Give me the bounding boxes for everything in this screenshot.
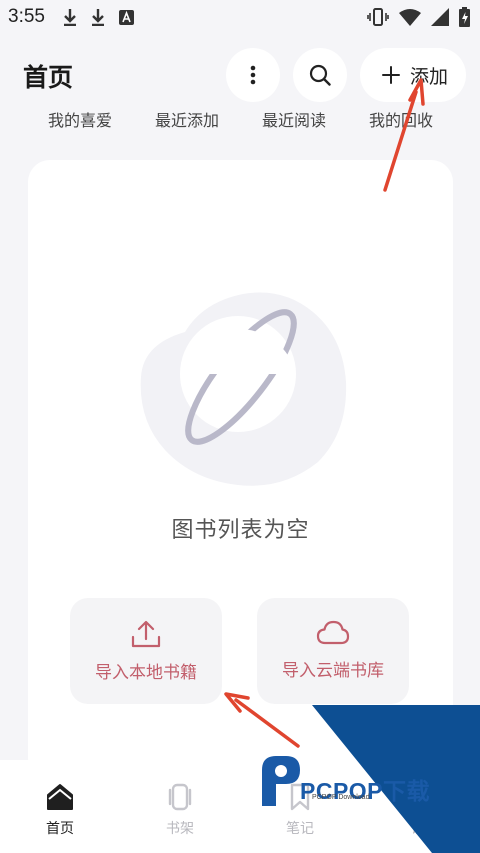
plus-icon [382,66,400,84]
wifi-icon [399,8,421,26]
tab-notes-label: 笔记 [286,821,314,837]
filter-tab-recycle-bin[interactable]: 我的回收 [346,110,456,128]
empty-list-message: 图书列表为空 [171,518,310,543]
add-book-button[interactable]: 添加 [360,48,466,102]
search-icon [309,64,331,86]
filter-tab-favorites[interactable]: 我的喜爱 [25,110,135,128]
filter-tabs: 我的喜爱 最近添加 最近阅读 我的回收 [0,110,480,128]
download-icon [91,9,104,26]
tab-settings-label: 设 [411,821,425,837]
filter-tab-recently-read[interactable]: 最近阅读 [239,110,349,128]
vibrate-icon [367,8,389,26]
tab-home-label: 首页 [46,821,74,837]
status-bar: 3:55 [0,0,480,34]
bookshelf-icon [168,783,192,811]
page-title: 首页 [23,63,74,92]
tab-bookshelf[interactable]: 书架 [140,782,220,838]
more-options-button[interactable] [226,48,280,102]
add-button-label: 添加 [410,65,449,88]
search-button[interactable] [293,48,347,102]
battery-charging-icon [459,7,470,27]
import-local-books-button[interactable]: 导入本地书籍 [70,598,222,704]
cloud-icon [316,620,350,645]
more-vertical-icon [250,65,256,85]
upload-icon [131,620,161,648]
book-list-card: 图书列表为空 导入本地书籍 导入云端书库 [28,160,453,780]
top-header: 首页 添加 [0,44,480,106]
home-icon [47,784,73,810]
empty-planet-illustration [140,292,347,486]
import-cloud-library-button[interactable]: 导入云端书库 [257,598,409,704]
import-local-label: 导入本地书籍 [95,663,197,683]
tab-bookshelf-label: 书架 [166,821,194,837]
watermark-subtitle: PCPOP Download [312,794,370,801]
download-icon [63,9,76,26]
keyboard-a-icon [118,9,134,25]
filter-tab-recently-added[interactable]: 最近添加 [132,110,242,128]
import-cloud-label: 导入云端书库 [282,661,384,681]
status-time: 3:55 [8,6,45,27]
signal-icon [431,8,449,26]
tab-home[interactable]: 首页 [20,782,100,838]
